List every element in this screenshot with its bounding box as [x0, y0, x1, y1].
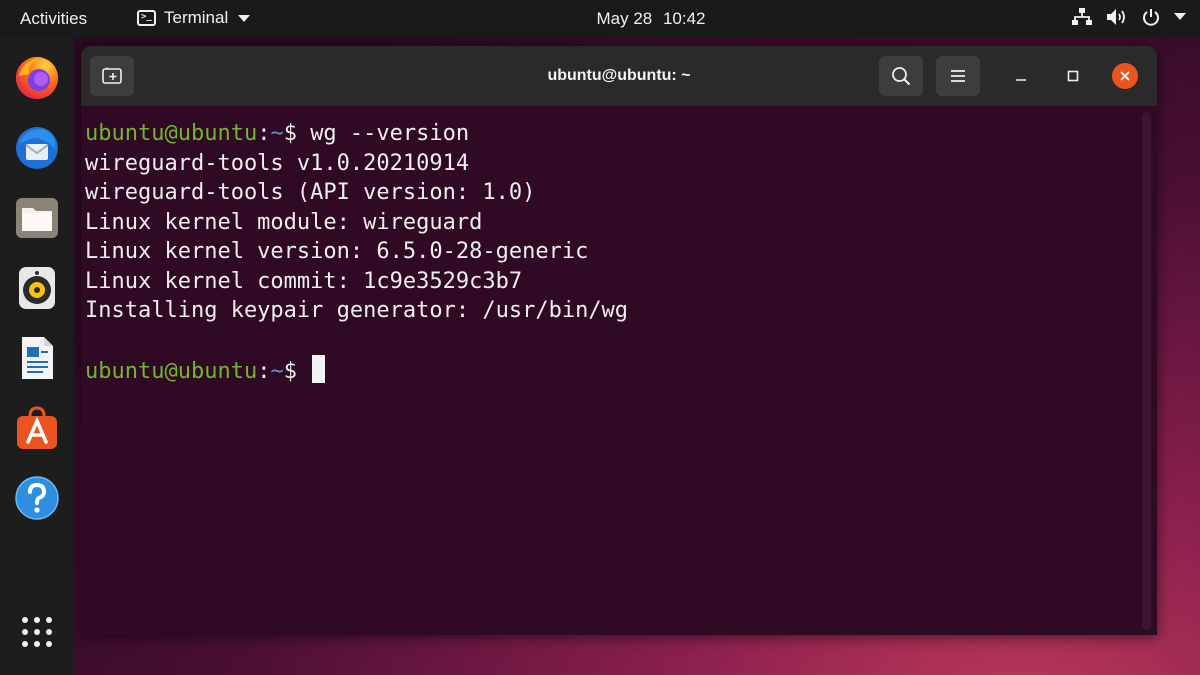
search-button[interactable] — [879, 56, 923, 96]
power-icon — [1143, 9, 1159, 26]
scrollbar[interactable] — [1142, 112, 1151, 630]
output-line: Linux kernel module: wireguard — [85, 209, 483, 235]
menu-button[interactable] — [936, 56, 980, 96]
prompt-path: ~ — [270, 359, 284, 384]
output-line: Installing keypair generator: /usr/bin/w… — [85, 298, 629, 323]
output-line: wireguard-tools (API version: 1.0) — [85, 180, 536, 205]
output-line: Linux kernel version: 6.5.0-28-generic — [85, 239, 589, 264]
network-icon — [1072, 8, 1092, 25]
show-applications-icon[interactable] — [20, 615, 54, 649]
command-text: wg --version — [310, 121, 470, 146]
prompt-user: ubuntu@ubuntu — [85, 121, 258, 146]
libreoffice-writer-icon[interactable] — [13, 334, 61, 382]
system-tray[interactable] — [1072, 8, 1186, 26]
prompt-colon: : — [257, 121, 271, 146]
hamburger-menu-icon — [951, 70, 965, 82]
maximize-button[interactable] — [1060, 63, 1086, 89]
prompt-symbol: $ — [283, 359, 311, 384]
minimize-button[interactable] — [1008, 63, 1034, 89]
prompt-path: ~ — [270, 121, 284, 146]
clock-time: 10:42 — [662, 9, 706, 28]
terminal-window: ubuntu@ubuntu: ~ ubuntu@ubuntu:~$ wg --v… — [81, 46, 1157, 635]
firefox-icon[interactable] — [13, 54, 61, 102]
prompt-symbol: $ — [283, 121, 311, 146]
text-cursor — [312, 355, 326, 383]
minimize-icon — [1016, 79, 1026, 81]
terminal-output[interactable]: ubuntu@ubuntu:~$ wg --version wireguard-… — [81, 106, 1157, 635]
maximize-icon — [1067, 70, 1079, 82]
volume-icon — [1107, 9, 1125, 25]
window-title: ubuntu@ubuntu: ~ — [547, 67, 691, 84]
files-icon[interactable] — [13, 194, 61, 242]
clock-date: May 28 — [596, 9, 653, 28]
dock — [0, 38, 74, 675]
rhythmbox-icon[interactable] — [13, 264, 61, 312]
chevron-down-icon — [1174, 13, 1186, 20]
command-line: ubuntu@ubuntu:~$ wg --version — [85, 119, 1157, 149]
output-line: Linux kernel commit: 1c9e3529c3b7 — [85, 268, 523, 294]
search-icon — [892, 67, 911, 86]
prompt-colon: : — [257, 359, 271, 384]
top-bar: Activities >_ Terminal May 28 10:42 — [0, 0, 1200, 38]
thunderbird-icon[interactable] — [13, 124, 61, 172]
clock[interactable]: May 28 10:42 — [0, 9, 1200, 29]
output-line: wireguard-tools v1.0.20210914 — [85, 150, 470, 176]
prompt-user: ubuntu@ubuntu — [85, 359, 258, 384]
active-prompt-line: ubuntu@ubuntu:~$ — [85, 355, 1157, 385]
help-icon[interactable] — [13, 474, 61, 522]
close-icon — [1120, 71, 1130, 81]
ubuntu-software-icon[interactable] — [13, 404, 61, 452]
header-bar[interactable]: ubuntu@ubuntu: ~ — [81, 46, 1157, 106]
close-button[interactable] — [1112, 63, 1138, 89]
